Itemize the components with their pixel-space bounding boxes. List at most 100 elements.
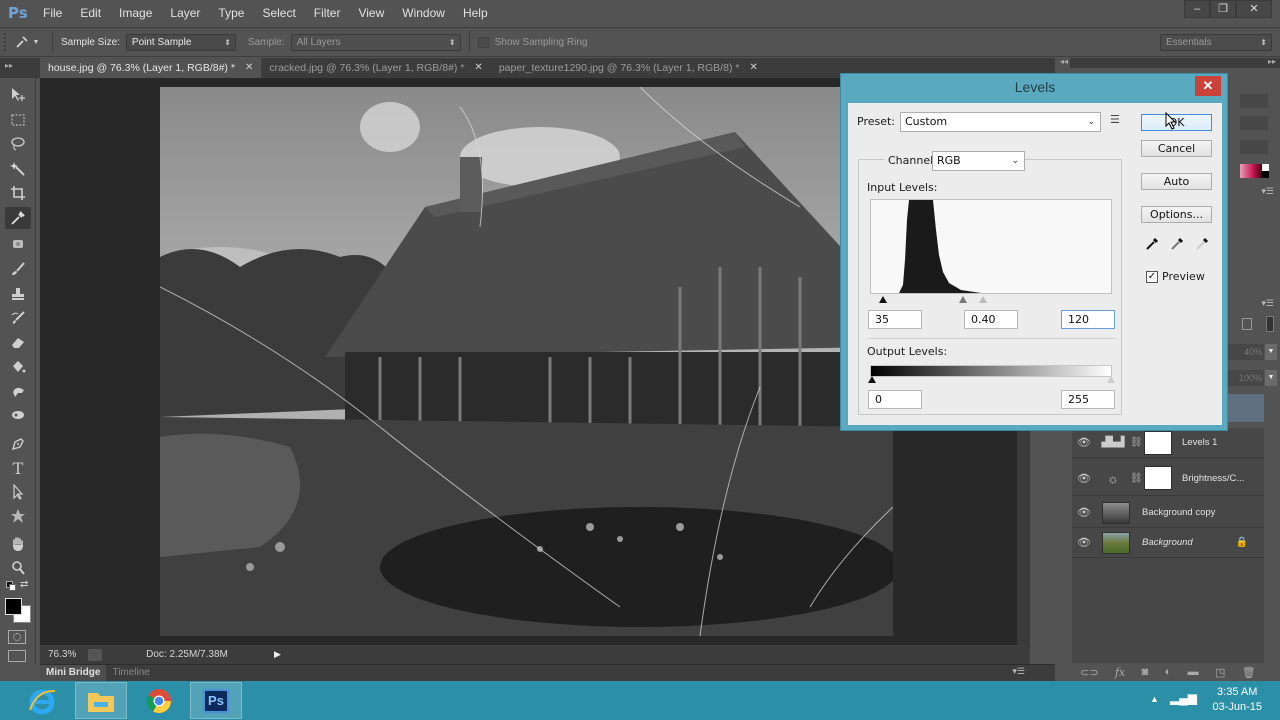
lock-position-icon[interactable] (1242, 318, 1252, 330)
input-gamma-field[interactable]: 0.40 (964, 310, 1018, 329)
brush-tool[interactable] (5, 258, 31, 280)
lasso-tool[interactable] (5, 133, 31, 155)
panel-menu-icon[interactable]: ▾☰ (1261, 298, 1274, 309)
close-window-button[interactable]: ✕ (1236, 0, 1272, 18)
crop-tool[interactable] (5, 182, 31, 204)
visibility-eye-icon[interactable]: 👁 (1072, 472, 1096, 485)
menu-select[interactable]: Select (253, 6, 304, 20)
tab-cracked[interactable]: cracked.jpg @ 76.3% (Layer 1, RGB/8#) * ✕ (261, 58, 491, 78)
taskbar-internet-explorer[interactable] (16, 682, 68, 719)
visibility-eye-icon[interactable]: 👁 (1072, 436, 1096, 449)
panel-menu-icon[interactable]: ▾☰ (1261, 186, 1274, 197)
toolbar-header[interactable]: ▸▸ (0, 58, 40, 78)
hand-tool[interactable] (5, 533, 31, 555)
layer-thumbnail[interactable] (1102, 501, 1130, 524)
close-tab-icon[interactable]: ✕ (474, 58, 482, 78)
menu-filter[interactable]: Filter (305, 6, 350, 20)
menu-file[interactable]: File (34, 6, 71, 20)
menu-help[interactable]: Help (454, 6, 497, 20)
auto-button[interactable]: Auto (1141, 173, 1212, 190)
opacity-field[interactable]: 40% (1228, 344, 1264, 360)
input-black-field[interactable]: 35 (868, 310, 922, 329)
collapse-icon[interactable]: ◂◂ (1060, 57, 1068, 66)
eraser-tool[interactable] (5, 331, 31, 353)
color-ramp[interactable] (1240, 164, 1262, 178)
fill-field[interactable]: 100% (1228, 370, 1264, 386)
system-clock[interactable]: 3:35 AM 03-Jun-15 (1212, 685, 1262, 715)
show-hidden-icons-icon[interactable]: ▲ (1150, 694, 1159, 704)
menu-window[interactable]: Window (393, 6, 454, 20)
marquee-tool[interactable] (5, 109, 31, 131)
menu-type[interactable]: Type (209, 6, 253, 20)
layer-row-background[interactable]: 👁 Background 🔒 (1072, 528, 1264, 558)
cancel-button[interactable]: Cancel (1141, 140, 1212, 157)
new-layer-icon[interactable]: ◳ (1215, 666, 1225, 679)
panel-slot[interactable] (1240, 94, 1268, 108)
chain-link-icon[interactable]: ⛓ (1130, 473, 1144, 484)
expand-icon[interactable]: ▸▸ (1268, 57, 1276, 66)
export-icon[interactable] (88, 648, 102, 661)
chain-link-icon[interactable]: ⛓ (1130, 437, 1144, 448)
gray-point-eyedropper-icon[interactable] (1170, 236, 1185, 251)
input-black-slider[interactable] (879, 296, 887, 303)
layer-mask-thumbnail[interactable] (1144, 466, 1172, 490)
taskbar-photoshop[interactable]: Ps (190, 682, 242, 719)
foreground-color-swatch[interactable] (5, 598, 22, 615)
swap-colors-icon[interactable]: ⇄ (20, 579, 28, 590)
zoom-tool[interactable] (5, 557, 31, 579)
layer-row-background-copy[interactable]: 👁 Background copy (1072, 498, 1264, 528)
fill-dropdown[interactable]: ▼ (1265, 370, 1277, 386)
restore-button[interactable]: ❐ (1210, 0, 1236, 18)
white-point-eyedropper-icon[interactable] (1195, 236, 1210, 251)
layer-row-brightness-contrast[interactable]: 👁 ☼ ⛓ Brightness/C... (1072, 461, 1264, 496)
history-brush-tool[interactable] (5, 307, 31, 329)
visibility-eye-icon[interactable]: 👁 (1072, 536, 1096, 549)
magic-wand-tool[interactable] (5, 158, 31, 180)
pen-tool[interactable] (5, 433, 31, 455)
preview-checkbox[interactable]: ✓ (1146, 271, 1158, 283)
screen-mode-button[interactable] (8, 650, 26, 662)
fx-icon[interactable]: fx (1115, 666, 1125, 679)
dodge-tool[interactable] (5, 405, 31, 427)
panel-slot[interactable] (1240, 116, 1268, 130)
smudge-tool[interactable] (5, 381, 31, 403)
black-point-eyedropper-icon[interactable] (1145, 236, 1160, 251)
close-tab-icon[interactable]: ✕ (749, 58, 757, 78)
clone-stamp-tool[interactable] (5, 283, 31, 305)
lock-icon[interactable]: 🔒 (1236, 537, 1248, 548)
preset-select[interactable]: Custom ⌄ (900, 112, 1101, 132)
panel-slot[interactable] (1240, 140, 1268, 154)
workspace-select[interactable]: Essentials ⬍ (1160, 33, 1272, 51)
lock-all-icon[interactable] (1266, 316, 1274, 332)
custom-shape-tool[interactable] (5, 505, 31, 527)
tab-timeline[interactable]: Timeline (106, 665, 155, 681)
path-selection-tool[interactable] (5, 481, 31, 503)
layer-mask-thumbnail[interactable] (1144, 430, 1172, 455)
tool-preset-picker[interactable]: ▼ (10, 35, 44, 49)
options-button[interactable]: Options... (1141, 206, 1212, 223)
tab-house[interactable]: house.jpg @ 76.3% (Layer 1, RGB/8#) * ✕ (40, 58, 262, 78)
paint-bucket-tool[interactable] (5, 356, 31, 378)
menu-edit[interactable]: Edit (71, 6, 110, 20)
menu-image[interactable]: Image (110, 6, 161, 20)
channel-select[interactable]: RGB ⌄ (932, 151, 1025, 171)
network-signal-icon[interactable]: ▂▄▆ (1170, 691, 1197, 705)
input-white-slider[interactable] (979, 296, 987, 303)
panel-menu-icon[interactable]: ▾☰ (1012, 666, 1025, 677)
trash-icon[interactable]: 🗑 (1242, 666, 1256, 679)
preset-options-icon[interactable]: ☰ (1110, 113, 1120, 126)
type-tool[interactable]: T (5, 457, 31, 479)
color-ramp-bw[interactable] (1262, 164, 1269, 178)
house-photo[interactable] (160, 87, 893, 636)
adjustment-layer-icon[interactable]: ◐ (1165, 666, 1172, 678)
spot-healing-tool[interactable] (5, 233, 31, 255)
opacity-dropdown[interactable]: ▼ (1265, 344, 1277, 360)
zoom-level[interactable]: 76.3% (40, 649, 88, 660)
status-menu-arrow-icon[interactable]: ▶ (274, 649, 281, 660)
tab-mini-bridge[interactable]: Mini Bridge (40, 665, 107, 681)
tab-paper-texture[interactable]: paper_texture1290.jpg @ 76.3% (Layer 1, … (490, 58, 766, 78)
output-black-field[interactable]: 0 (868, 390, 922, 409)
expand-icon[interactable]: ▸▸ (5, 61, 13, 70)
input-gamma-slider[interactable] (959, 296, 967, 303)
output-white-slider[interactable] (1107, 376, 1115, 383)
